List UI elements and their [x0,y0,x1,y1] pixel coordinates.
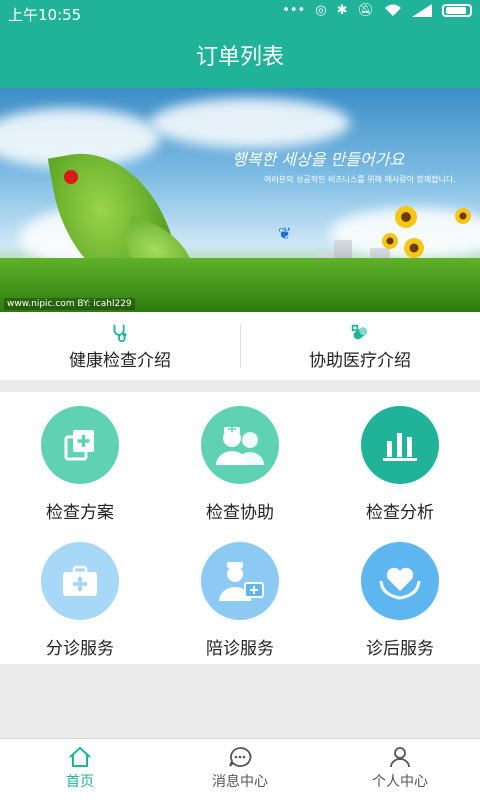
intro-label: 健康检查介绍 [69,350,171,371]
cloud-shape [150,98,350,148]
health-check-intro-button[interactable]: 健康检查介绍 [0,312,240,380]
icon-circle [361,406,439,484]
triage-service-button[interactable]: 分诊服务 [0,528,160,664]
wifi-icon [385,4,401,16]
service-label: 检查方案 [46,503,114,523]
title-bar: 订单列表 [0,28,480,88]
mute-icon: 🔕︎ [357,3,374,18]
post-diagnosis-service-button[interactable]: 诊后服务 [320,528,480,664]
pill-icon [351,324,368,339]
nurse-with-kit-icon [219,562,264,601]
inspection-analysis-button[interactable]: 检查分析 [320,392,480,528]
service-label: 检查分析 [366,503,434,523]
banner-subtitle: 여러분의 성공적인 비즈니스를 위해 애사랑이 함께합니다. [264,175,456,184]
banner-watermark: www.nipic.com BY: icahl229 [4,298,135,310]
inspection-assist-button[interactable]: 检查协助 [160,392,320,528]
bar-chart-icon [383,433,417,461]
sunflower-icon [455,208,471,224]
message-icon [229,747,252,767]
service-label: 分诊服务 [46,639,114,659]
intro-row: 健康检查介绍 协助医疗介绍 [0,312,480,380]
status-time: 上午10:55 [8,6,82,24]
medical-staff-icon [216,426,264,465]
status-icons: ••• ◎ ✱ 🔕︎ [282,3,472,18]
more-dots-icon: ••• [282,3,306,18]
tab-label: 个人中心 [372,774,428,790]
icon-circle [41,406,119,484]
banner-image[interactable]: ❦ 행복한 세상을 만들어가요 여러분의 성공적인 비즈니스를 위해 애사랑이 … [0,88,480,312]
medical-assist-intro-button[interactable]: 协助医疗介绍 [240,312,480,380]
icon-circle [201,542,279,620]
sunflower-icon [404,238,424,258]
sync-icon: ◎ [315,3,327,18]
ladybug-icon [64,170,78,184]
bottom-tab-bar: 首页 消息中心 个人中心 [0,738,480,800]
intro-label: 协助医疗介绍 [309,350,411,371]
icon-circle [201,406,279,484]
banner-slogan: 행복한 세상을 만들어가요 [232,150,405,169]
sunflower-icon [382,233,398,249]
signal-icon [412,4,432,17]
stethoscope-icon [113,324,127,342]
status-bar: 上午10:55 ••• ◎ ✱ 🔕︎ [0,0,480,28]
first-aid-kit-icon [63,565,97,596]
tab-label: 消息中心 [212,774,268,790]
person-icon [390,747,410,768]
heart-in-hands-icon [379,567,421,600]
page-title: 订单列表 [195,45,284,70]
home-icon [69,746,91,767]
service-label: 检查协助 [206,503,274,523]
sunflower-icon [395,206,417,228]
service-label: 诊后服务 [366,639,434,659]
bluetooth-icon: ✱ [336,3,348,18]
service-label: 陪诊服务 [206,639,274,659]
tab-profile[interactable]: 个人中心 [320,739,480,800]
escort-service-button[interactable]: 陪诊服务 [160,528,320,664]
tab-label: 首页 [66,774,94,790]
inspection-plan-button[interactable]: 检查方案 [0,392,160,528]
battery-icon [442,4,472,17]
icon-circle [41,542,119,620]
services-grid: 检查方案 检查协助 检查分析 分诊服务 陪诊服务 诊后服务 [0,392,480,664]
add-copy-icon [64,430,94,461]
tab-home[interactable]: 首页 [0,739,160,800]
butterfly-icon: ❦ [278,224,292,243]
tab-messages[interactable]: 消息中心 [160,739,320,800]
icon-circle [361,542,439,620]
